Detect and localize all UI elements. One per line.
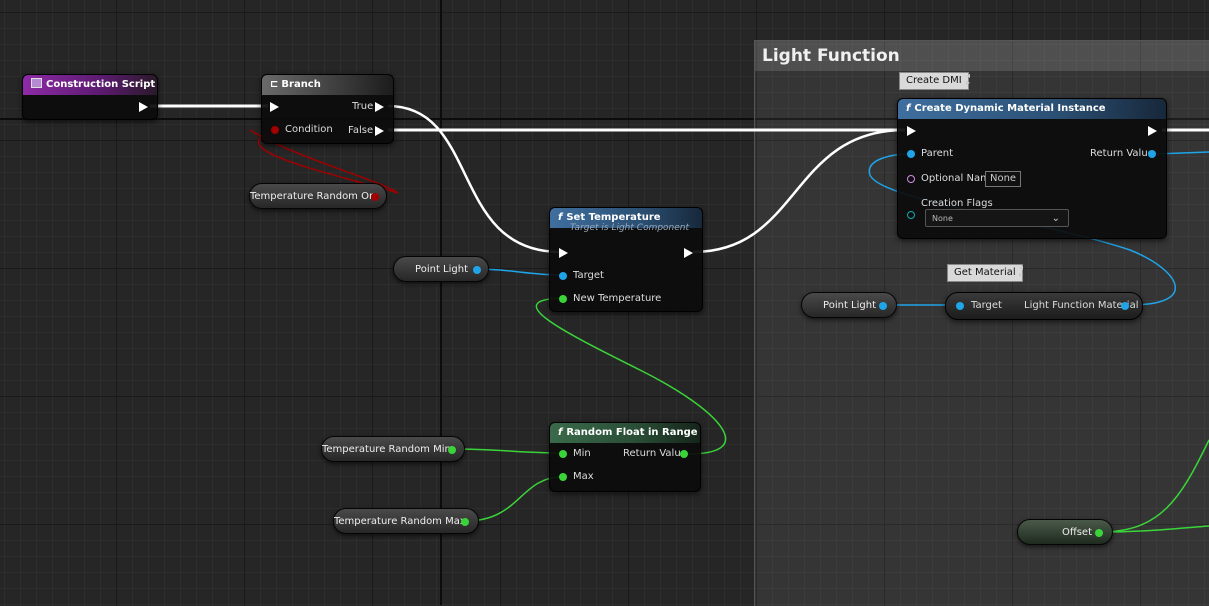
node-title: Create Dynamic Material Instance (914, 103, 1106, 114)
var-offset[interactable]: Offset (1017, 519, 1113, 545)
var-label: Point Light (823, 300, 876, 311)
return-value-label: Return Value (1090, 148, 1154, 159)
comment-bubble-create-dmi[interactable]: Create DMI (899, 72, 969, 90)
node-construction-script[interactable]: Construction Script (22, 74, 158, 120)
function-icon: f (906, 103, 911, 114)
var-label: Offset (1061, 527, 1092, 538)
return-value-label: Return Value (623, 448, 687, 459)
var-temperature-random-min[interactable]: Temperature Random Min (321, 436, 465, 462)
material-out-pin[interactable] (1121, 302, 1129, 310)
exec-in-pin[interactable] (270, 102, 279, 112)
optional-name-input[interactable]: None (985, 171, 1022, 187)
target-label: Target (971, 300, 1002, 311)
exec-in-pin[interactable] (559, 248, 568, 258)
creation-flags-label: Creation Flags (921, 198, 993, 209)
optional-name-pin[interactable] (907, 175, 915, 183)
branch-icon: ⊏ (270, 79, 279, 90)
max-label: Max (573, 471, 594, 482)
var-label: Temperature Random Max (334, 516, 466, 527)
condition-pin[interactable] (271, 126, 279, 134)
creation-flags-pin[interactable] (907, 211, 915, 219)
node-random-float-in-range[interactable]: f Random Float in Range Min Max Return Va… (549, 422, 701, 492)
node-get-light-function-material[interactable]: Target Light Function Material (945, 292, 1143, 320)
exec-out-pin[interactable] (684, 248, 693, 258)
target-pin[interactable] (559, 272, 567, 280)
comment-title[interactable]: Light Function (755, 41, 1209, 71)
node-subtitle: Target is Light Component (570, 223, 690, 233)
object-out-pin[interactable] (879, 302, 887, 310)
wire-float-max (465, 476, 563, 522)
return-value-pin[interactable] (680, 450, 688, 458)
node-title: Set Temperature (566, 212, 661, 223)
comment-bubble-get-material[interactable]: Get Material (947, 264, 1023, 282)
node-header: Construction Script (23, 75, 157, 95)
exec-out-pin[interactable] (139, 102, 148, 112)
min-label: Min (573, 448, 591, 459)
var-label: Temperature Random On (250, 191, 376, 202)
return-value-pin[interactable] (1148, 150, 1156, 158)
false-label: False (348, 125, 374, 136)
target-pin[interactable] (956, 302, 964, 310)
exec-in-pin[interactable] (907, 126, 916, 136)
var-label: Temperature Random Min (322, 444, 451, 455)
var-temperature-random-max[interactable]: Temperature Random Max (333, 508, 479, 534)
new-temperature-pin[interactable] (559, 295, 567, 303)
target-label: Target (573, 270, 604, 281)
exec-false-pin[interactable] (375, 126, 384, 136)
float-out-pin[interactable] (461, 518, 469, 526)
min-pin[interactable] (559, 450, 567, 458)
wire-float-min (451, 448, 563, 454)
node-title: Random Float in Range (566, 427, 698, 438)
parent-label: Parent (921, 148, 954, 159)
event-icon (31, 78, 42, 88)
exec-true-pin[interactable] (375, 102, 384, 112)
bubble-pin-icon[interactable]: ◂ ▸ (1019, 264, 1023, 279)
node-header: f Create Dynamic Material Instance (898, 99, 1166, 119)
chevron-down-icon: ⌄ (1051, 213, 1060, 224)
node-create-dynamic-material-instance[interactable]: f Create Dynamic Material Instance Parent… (897, 98, 1167, 239)
bool-out-pin[interactable] (371, 193, 379, 201)
true-label: True (352, 101, 374, 112)
var-point-light-2[interactable]: Point Light (801, 292, 897, 318)
node-title: Construction Script (46, 79, 156, 90)
node-branch[interactable]: ⊏ Branch Condition True False (261, 74, 394, 144)
new-temperature-label: New Temperature (573, 293, 662, 304)
function-icon: f (558, 427, 563, 438)
wire-exec-true-set (387, 104, 561, 254)
var-temperature-random-on[interactable]: Temperature Random On (249, 183, 387, 209)
function-icon: f (558, 212, 563, 223)
bubble-pin-icon[interactable]: ◂ ▸ (966, 72, 970, 87)
parent-pin[interactable] (907, 150, 915, 158)
var-point-light[interactable]: Point Light (393, 256, 489, 282)
exec-out-pin[interactable] (1148, 126, 1157, 136)
node-header: ⊏ Branch (262, 75, 393, 95)
var-label: Point Light (415, 264, 468, 275)
node-header: f Set Temperature Target is Light Componen… (550, 208, 702, 233)
condition-label: Condition (285, 124, 333, 135)
creation-flags-dropdown[interactable]: None ⌄ (925, 209, 1069, 227)
max-pin[interactable] (559, 473, 567, 481)
float-out-pin[interactable] (1095, 529, 1103, 537)
node-header: f Random Float in Range (550, 423, 700, 443)
object-out-pin[interactable] (473, 266, 481, 274)
node-set-temperature[interactable]: f Set Temperature Target is Light Componen… (549, 207, 703, 312)
dropdown-value: None (932, 214, 953, 223)
node-title: Branch (281, 79, 321, 90)
float-out-pin[interactable] (448, 446, 456, 454)
